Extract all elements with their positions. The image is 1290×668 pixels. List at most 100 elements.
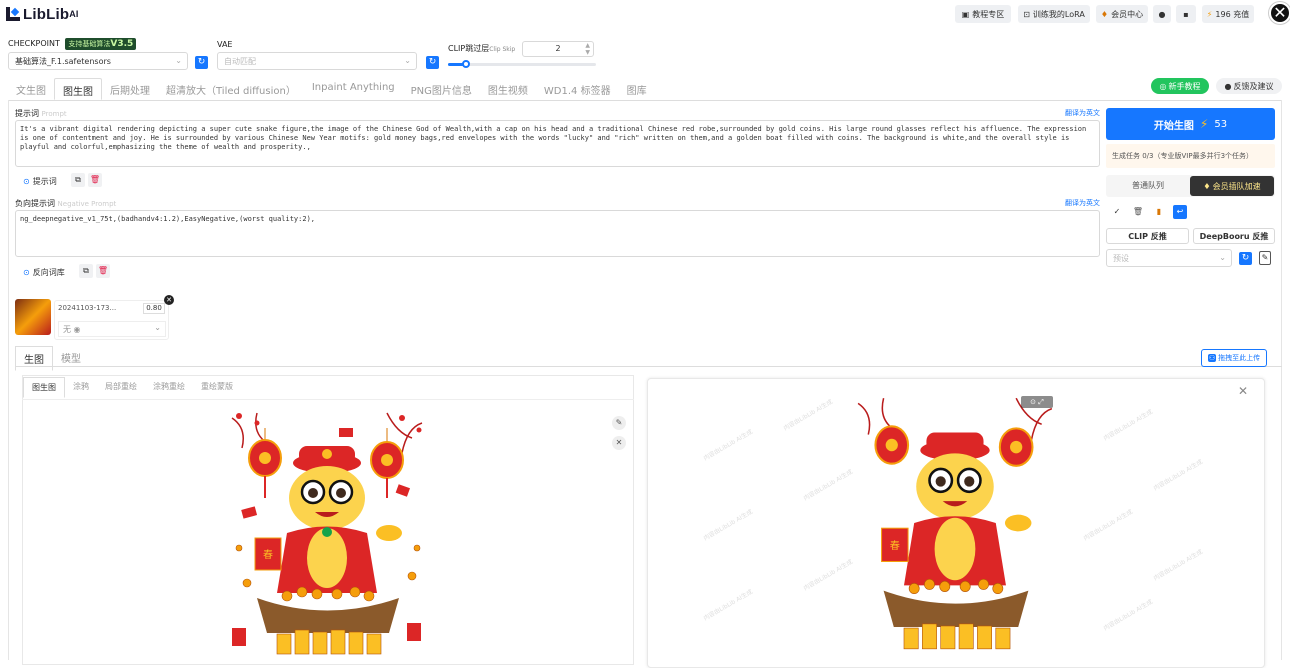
top-bar: LibLib AI ▣ 教程专区 ⊡ 训练我的LoRA ♦ 会员中心 ● ▪ ⚡ 196…	[0, 0, 1290, 28]
negative-library-button[interactable]: ⊙ 反向词库	[18, 264, 70, 280]
tab-6[interactable]: 图生视频	[480, 78, 536, 100]
image-subtab-3[interactable]: 涂鸦重绘	[145, 377, 193, 398]
checkpoint-label: CHECKPOINT 支持基础算法V3.5	[8, 38, 137, 50]
tutorial-button[interactable]: ▣ 教程专区	[955, 5, 1011, 23]
lightning-icon: ⚡	[1206, 9, 1213, 19]
lora-weight-input[interactable]: 0.80	[143, 303, 165, 314]
tab-1[interactable]: 图生图	[54, 78, 102, 100]
deepbooru-reverse-button[interactable]: DeepBooru 反推	[1193, 228, 1275, 244]
copy-icon[interactable]: ⧉	[71, 173, 85, 187]
chevron-up-icon: ⊙	[23, 267, 30, 277]
edit-icon[interactable]: ✎	[612, 416, 626, 430]
trash-icon[interactable]: 🗑	[1131, 205, 1145, 219]
clip-slider-thumb[interactable]	[461, 60, 470, 68]
preset-select[interactable]: 预设 ⌄	[1106, 249, 1232, 267]
tab-8[interactable]: 图库	[619, 78, 655, 100]
section-tab-1[interactable]: 模型	[53, 346, 89, 371]
clear-image-icon[interactable]: ✕	[612, 436, 626, 450]
tab-4[interactable]: Inpaint Anything	[304, 78, 403, 100]
clip-label: CLIP跳过层Clip Skip	[448, 44, 516, 53]
checkpoint-refresh-button[interactable]: ↻	[195, 56, 208, 69]
clip-skip-input[interactable]: 2 ▲ ▼	[522, 41, 594, 57]
lora-name: 20241103-173...	[58, 304, 117, 312]
feedback-button[interactable]: ● 反馈及建议	[1216, 78, 1282, 94]
checkpoint-select[interactable]: 基础算法_F.1.safetensors ⌄	[8, 52, 188, 70]
edit-preset-icon[interactable]: ✎	[1259, 251, 1271, 265]
lora-thumbnail[interactable]	[15, 299, 51, 335]
stepper-icon[interactable]: ▲ ▼	[585, 42, 590, 56]
chevron-down-icon: ⌄	[154, 323, 161, 332]
vip-center-button[interactable]: ♦ 会员中心	[1096, 5, 1148, 23]
vae-refresh-button[interactable]: ↻	[426, 56, 439, 69]
image-subtab-2[interactable]: 局部重绘	[97, 377, 145, 398]
tab-5[interactable]: PNG图片信息	[403, 78, 480, 100]
message-button[interactable]: ●	[1153, 5, 1171, 23]
diamond-icon: ♦	[1100, 9, 1109, 19]
prompt-translate-link[interactable]: 翻译为英文	[1065, 108, 1100, 118]
image-subtab-4[interactable]: 重绘蒙版	[193, 377, 241, 398]
book-icon: ▣	[961, 9, 970, 19]
close-preview-icon[interactable]: ✕	[1238, 384, 1248, 398]
upload-button[interactable]: ⚇ 拖拽至此上传	[1201, 349, 1267, 367]
preview-image[interactable]: 春 ⊙ ⤢	[853, 393, 1059, 653]
user-avatar[interactable]: ✕	[1269, 2, 1290, 24]
image-subtab-0[interactable]: 图生图	[23, 377, 65, 398]
trash-icon[interactable]: 🗑	[96, 264, 110, 278]
panel-divider	[8, 100, 1282, 101]
logo-ai: AI	[69, 9, 79, 19]
lora-remove-icon[interactable]: ✕	[164, 295, 174, 305]
folder-button[interactable]: ▪	[1176, 5, 1196, 23]
svg-text:春: 春	[263, 549, 273, 561]
chevron-up-icon: ⊙	[23, 176, 30, 186]
lora-card: 20241103-173... 0.80 无 ◉ ⌄	[54, 300, 169, 340]
vip-queue-button[interactable]: ♦ 会员插队加速	[1190, 176, 1274, 196]
chat-icon: ●	[1158, 9, 1166, 19]
check-icon[interactable]: ✓	[1110, 205, 1124, 219]
snake-god-of-wealth-image: 春	[227, 408, 429, 658]
preset-refresh-button[interactable]: ↻	[1239, 252, 1252, 265]
tab-0[interactable]: 文生图	[8, 78, 54, 100]
panel-right-border	[1281, 100, 1282, 660]
train-lora-button[interactable]: ⊡ 训练我的LoRA	[1018, 5, 1090, 23]
refresh-icon: ↻	[1241, 253, 1250, 263]
vae-label: VAE	[217, 40, 233, 49]
feedback-icon: ●	[1224, 81, 1232, 91]
negative-translate-link[interactable]: 翻译为英文	[1065, 198, 1100, 208]
image-subtab-1[interactable]: 涂鸦	[65, 377, 97, 398]
svg-text:春: 春	[890, 540, 900, 552]
section-tab-0[interactable]: 生图	[15, 346, 53, 371]
input-image[interactable]: 春	[227, 408, 429, 658]
prompt-library-button[interactable]: ⊙ 提示词	[18, 173, 62, 189]
logo-icon	[6, 7, 20, 21]
normal-queue-button[interactable]: 普通队列	[1106, 175, 1190, 197]
tab-2[interactable]: 后期处理	[102, 78, 158, 100]
image-toolbar[interactable]: ⊙ ⤢	[1021, 396, 1053, 408]
vae-select[interactable]: 自动匹配 ⌄	[217, 52, 417, 70]
new-tutorial-button[interactable]: ◎ 新手教程	[1151, 78, 1209, 94]
section-divider	[15, 366, 1282, 367]
lightning-icon: ⚡	[1199, 117, 1209, 131]
tab-7[interactable]: WD1.4 标签器	[536, 78, 619, 100]
lora-select[interactable]: 无 ◉ ⌄	[58, 321, 166, 337]
refresh-icon: ↻	[428, 57, 437, 67]
queue-toggle: 普通队列 ♦ 会员插队加速	[1106, 175, 1275, 197]
image-subtabs: 图生图 涂鸦 局部重绘 涂鸦重绘 重绘蒙版	[23, 377, 241, 398]
panel-left-border	[8, 100, 9, 660]
trash-icon[interactable]: 🗑	[88, 173, 102, 187]
generate-button[interactable]: 开始生图 ⚡ 53	[1106, 108, 1275, 140]
checkpoint-badge: 支持基础算法V3.5	[65, 38, 137, 50]
import-icon[interactable]: ↩	[1173, 205, 1187, 219]
clip-reverse-button[interactable]: CLIP 反推	[1106, 228, 1189, 244]
save-style-icon[interactable]: ▮	[1152, 205, 1166, 219]
tab-3[interactable]: 超清放大（Tiled diffusion）	[158, 78, 304, 100]
liblib-logo[interactable]: LibLib AI	[6, 5, 79, 23]
subtab-divider	[22, 399, 634, 400]
credits-button[interactable]: ⚡ 196 充值	[1202, 5, 1254, 23]
copy-icon[interactable]: ⧉	[79, 264, 93, 278]
prompt-textarea[interactable]: It's a vibrant digital rendering depicti…	[15, 120, 1100, 167]
negative-textarea[interactable]: ng_deepnegative_v1_75t,(badhandv4:1.2),E…	[15, 210, 1100, 257]
main-tabs: 文生图 图生图 后期处理 超清放大（Tiled diffusion） Inpaint A…	[8, 78, 655, 100]
chevron-down-icon: ⌄	[404, 56, 411, 65]
clip-slider[interactable]	[448, 60, 596, 68]
snake-god-of-wealth-preview: 春	[853, 393, 1059, 653]
